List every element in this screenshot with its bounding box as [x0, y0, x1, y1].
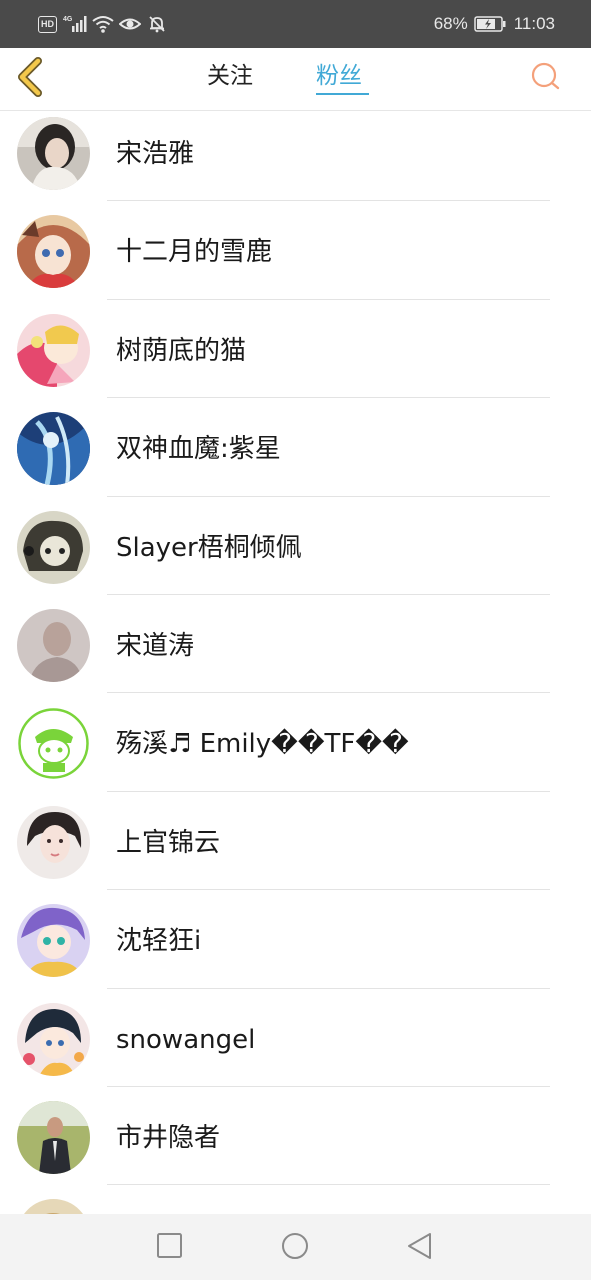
search-button[interactable] — [530, 61, 562, 93]
avatar-image — [17, 117, 90, 190]
list-item[interactable]: 市井隐者 — [0, 1095, 591, 1193]
avatar[interactable] — [17, 215, 90, 289]
avatar-image — [17, 1199, 90, 1214]
avatar-image — [17, 805, 90, 879]
eye-icon — [119, 18, 141, 30]
divider — [107, 1085, 550, 1087]
system-nav-bar — [0, 1214, 591, 1280]
fan-name: 宋道涛 — [116, 630, 195, 661]
fan-name: 双神血魔:紫星 — [116, 434, 281, 465]
tab-following[interactable]: 关注 — [207, 62, 253, 90]
battery-percent: 68% — [433, 14, 468, 33]
recent-apps-button[interactable] — [155, 1231, 185, 1261]
status-icons-right: 68% 11:03 — [434, 12, 555, 36]
home-button[interactable] — [280, 1231, 310, 1261]
avatar-image — [17, 608, 90, 682]
avatar[interactable] — [17, 707, 90, 781]
divider — [107, 790, 550, 792]
avatar[interactable] — [17, 117, 90, 190]
fan-name: Slayer梧桐倾佩 — [116, 532, 302, 563]
battery-charging-icon — [473, 16, 506, 32]
fan-name: 沈轻狂i — [116, 926, 202, 957]
screen: HD 4G 68% 11:03 关注 粉丝 宋浩雅 十二月的雪鹿 树荫底的猫 双… — [0, 0, 591, 1280]
search-icon — [531, 62, 560, 90]
signal-icon: 4G — [63, 16, 87, 32]
avatar[interactable] — [17, 412, 90, 486]
fan-name: 殇溪♬ Emily��TF�� — [116, 729, 409, 760]
mute-notification-icon — [149, 16, 165, 33]
list-item[interactable]: 上官锦云 — [0, 800, 591, 898]
system-back-button[interactable] — [405, 1231, 435, 1261]
avatar[interactable] — [17, 608, 90, 682]
active-tab-indicator — [316, 93, 369, 95]
divider — [107, 397, 550, 399]
tab-fans[interactable]: 粉丝 — [316, 62, 362, 90]
back-button[interactable] — [14, 57, 48, 97]
list-item[interactable]: 树荫底的猫 — [0, 308, 591, 406]
triangle-back-icon — [408, 1233, 431, 1259]
divider — [107, 200, 550, 202]
divider — [107, 1184, 550, 1186]
list-item[interactable]: 宋浩雅 — [0, 111, 591, 209]
clock: 11:03 — [513, 14, 555, 33]
list-item[interactable]: Slayer梧桐倾佩 — [0, 505, 591, 603]
fans-list: 宋浩雅 十二月的雪鹿 树荫底的猫 双神血魔:紫星 Slayer梧桐倾佩 宋道涛 … — [0, 111, 591, 1214]
avatar[interactable] — [17, 1100, 90, 1174]
avatar-image — [17, 707, 90, 781]
divider — [107, 889, 550, 891]
fan-name: snowangel — [116, 1024, 256, 1055]
divider — [107, 692, 550, 694]
avatar[interactable] — [17, 1199, 90, 1214]
divider — [107, 593, 550, 595]
avatar-image — [17, 313, 90, 387]
square-icon — [157, 1233, 182, 1258]
avatar-image — [17, 904, 90, 978]
divider — [107, 298, 550, 300]
wifi-icon — [92, 16, 114, 33]
list-item[interactable]: 十二月的雪鹿 — [0, 209, 591, 307]
fan-name: 十二月的雪鹿 — [116, 237, 273, 268]
fan-name: 市井隐者 — [116, 1122, 221, 1153]
header: 关注 粉丝 — [0, 48, 591, 111]
back-chevron-icon — [18, 57, 42, 97]
list-item[interactable]: 宋道涛 — [0, 603, 591, 701]
fan-name: 上官锦云 — [116, 827, 221, 858]
avatar-image — [17, 1100, 90, 1174]
divider — [107, 495, 550, 497]
avatar[interactable] — [17, 805, 90, 879]
circle-icon — [282, 1233, 308, 1259]
fan-name: 宋浩雅 — [116, 139, 195, 169]
divider — [107, 987, 550, 989]
avatar-image — [17, 1002, 90, 1076]
list-item[interactable]: 沈轻狂i — [0, 898, 591, 996]
status-icons-left: HD 4G — [38, 13, 167, 35]
avatar[interactable] — [17, 313, 90, 387]
status-bar: HD 4G 68% 11:03 — [0, 0, 591, 48]
network-type-label: 4G — [63, 16, 73, 23]
list-item[interactable] — [0, 1193, 591, 1214]
avatar-image — [17, 412, 90, 486]
avatar[interactable] — [17, 904, 90, 978]
list-item[interactable]: snowangel — [0, 997, 591, 1095]
hd-icon: HD — [38, 15, 57, 33]
avatar[interactable] — [17, 510, 90, 584]
avatar-image — [17, 510, 90, 584]
avatar-image — [17, 215, 90, 289]
list-item[interactable]: 殇溪♬ Emily��TF�� — [0, 701, 591, 799]
list-item[interactable]: 双神血魔:紫星 — [0, 406, 591, 504]
avatar[interactable] — [17, 1002, 90, 1076]
fan-name: 树荫底的猫 — [116, 335, 247, 366]
